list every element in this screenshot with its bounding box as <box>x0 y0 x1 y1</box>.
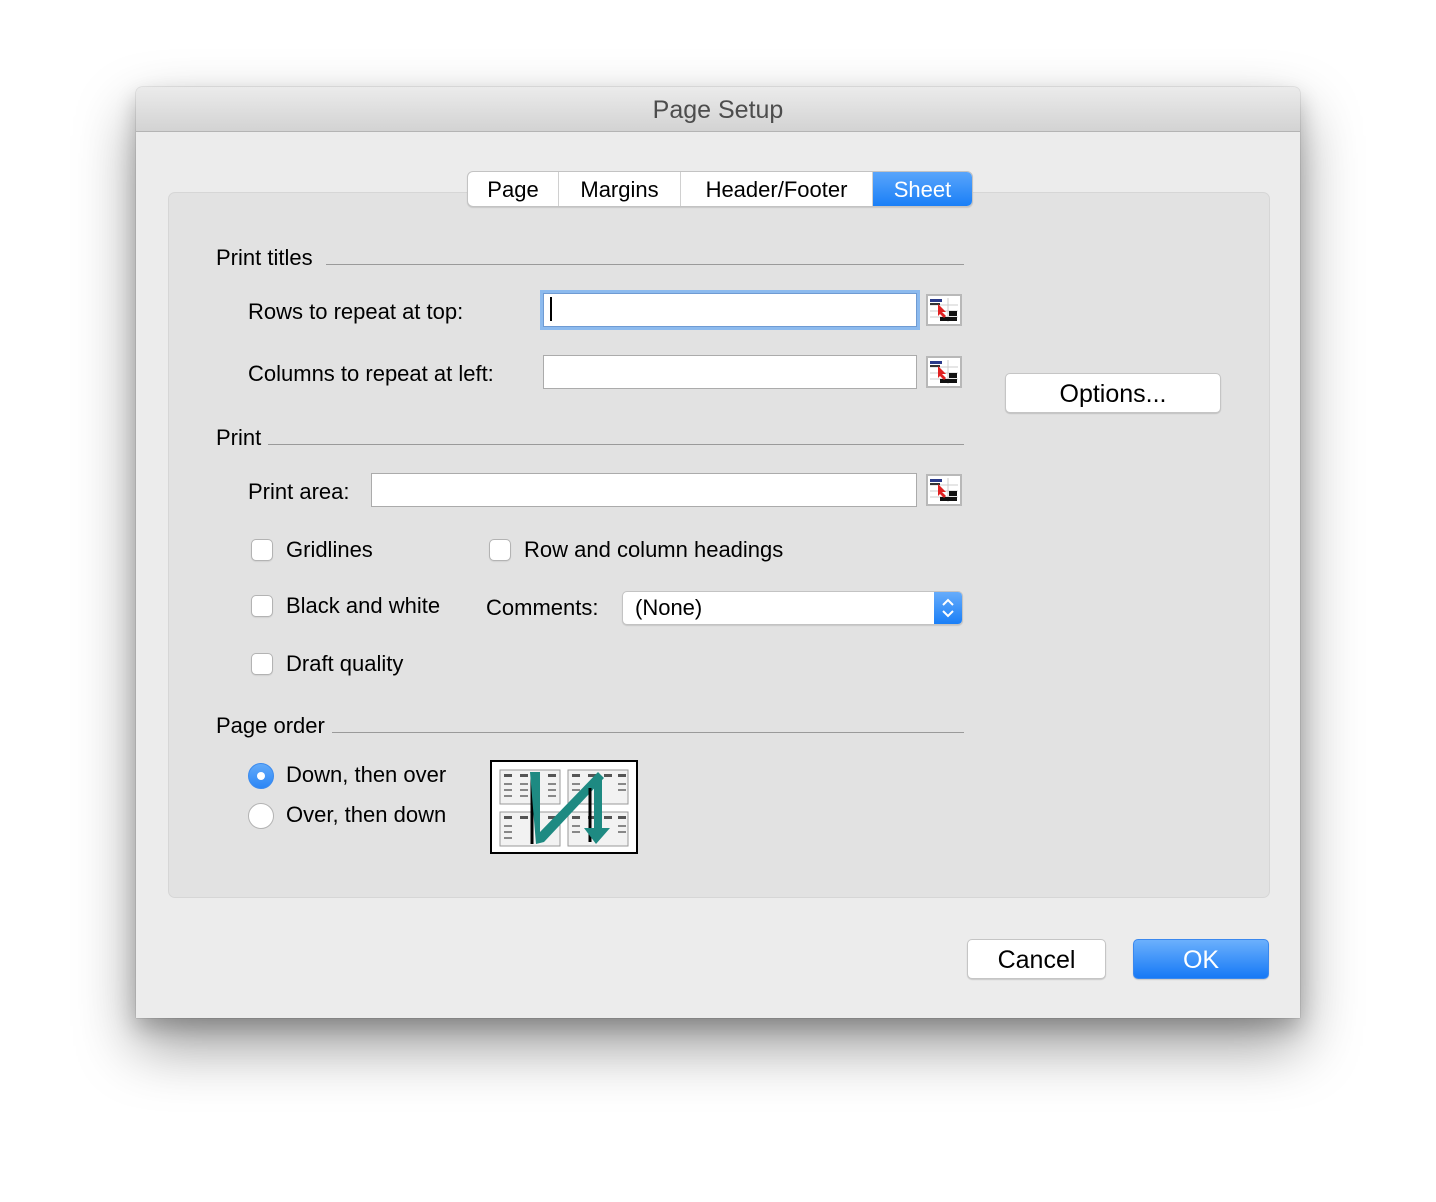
draft-quality-label: Draft quality <box>286 651 404 676</box>
black-and-white-label: Black and white <box>286 593 441 618</box>
tab-header-footer[interactable]: Header/Footer <box>681 172 873 206</box>
tab-bar: Page Margins Header/Footer Sheet <box>467 171 973 207</box>
rows-to-repeat-label: Rows to repeat at top: <box>248 299 464 324</box>
comments-select[interactable]: (None) <box>622 591 963 625</box>
print-heading: Print <box>216 425 268 451</box>
rows-to-repeat-input[interactable] <box>543 293 917 327</box>
print-area-label: Print area: <box>248 479 350 504</box>
over-then-down-label: Over, then down <box>286 802 447 827</box>
tab-sheet[interactable]: Sheet <box>873 172 972 206</box>
cancel-button[interactable]: Cancel <box>967 939 1106 979</box>
options-button[interactable]: Options... <box>1005 373 1221 413</box>
tab-page[interactable]: Page <box>468 172 559 206</box>
black-and-white-checkbox[interactable] <box>251 595 273 617</box>
print-divider <box>268 444 964 445</box>
chevron-up-down-icon <box>934 592 962 624</box>
page-order-heading: Page order <box>216 713 331 739</box>
gridlines-label: Gridlines <box>286 537 373 562</box>
columns-to-repeat-label: Columns to repeat at left: <box>248 361 494 386</box>
row-column-headings-label: Row and column headings <box>524 537 784 562</box>
down-then-over-label: Down, then over <box>286 762 447 787</box>
tab-margins[interactable]: Margins <box>559 172 681 206</box>
ok-button[interactable]: OK <box>1133 939 1269 979</box>
page-order-divider <box>332 732 964 733</box>
comments-label: Comments: <box>486 595 599 620</box>
page-order-preview-icon <box>490 760 638 854</box>
gridlines-checkbox[interactable] <box>251 539 273 561</box>
dialog-title: Page Setup <box>136 87 1300 132</box>
row-column-headings-checkbox[interactable] <box>489 539 511 561</box>
print-titles-divider <box>326 264 964 265</box>
rows-range-picker-icon[interactable] <box>926 294 962 326</box>
draft-quality-checkbox[interactable] <box>251 653 273 675</box>
print-titles-heading: Print titles <box>216 245 319 271</box>
print-area-range-picker-icon[interactable] <box>926 474 962 506</box>
page-setup-dialog: Page Setup Page Margins Header/Footer Sh… <box>136 87 1300 1018</box>
print-area-input[interactable] <box>371 473 917 507</box>
comments-value: (None) <box>635 595 703 620</box>
text-caret <box>550 297 552 322</box>
over-then-down-radio[interactable] <box>248 803 274 829</box>
columns-to-repeat-input[interactable] <box>543 355 917 389</box>
columns-range-picker-icon[interactable] <box>926 356 962 388</box>
down-then-over-radio[interactable] <box>248 763 274 789</box>
